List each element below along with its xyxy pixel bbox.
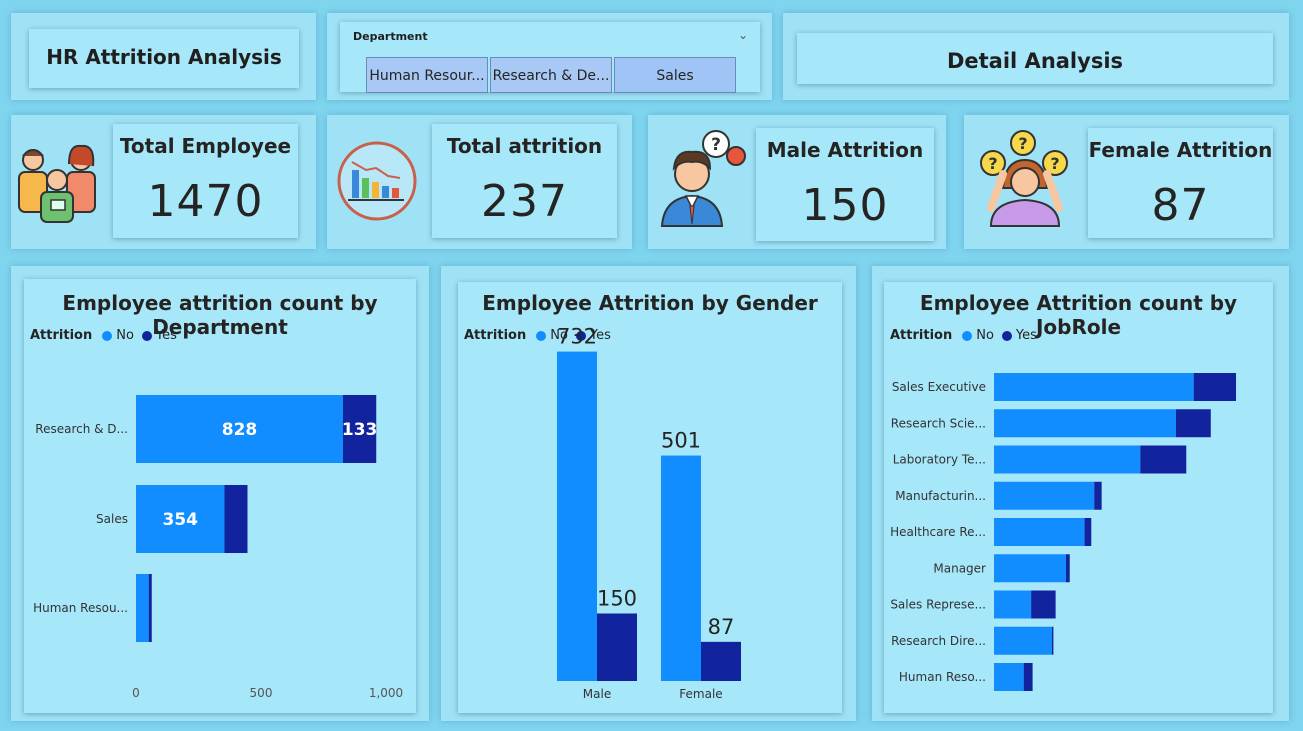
category-label: Research Scie... — [891, 416, 986, 430]
category-label: Manufacturin... — [895, 489, 986, 503]
bar-yes — [1084, 518, 1092, 546]
category-label: Healthcare Re... — [890, 525, 986, 539]
bar-no — [994, 663, 1024, 691]
female-question-icon: ? ? ? — [980, 130, 1068, 227]
data-label-yes: 87 — [708, 615, 735, 639]
bar-no — [994, 626, 1052, 655]
bar-no — [994, 445, 1141, 474]
kpi-male-attrition: Male Attrition 150 — [756, 128, 934, 241]
svg-text:?: ? — [1018, 134, 1027, 153]
slicer-option-sales[interactable]: Sales — [614, 57, 736, 93]
jobrole-bar-chart: Sales Executive Research Scie... Laborator… — [890, 373, 1237, 691]
kpi-value: 150 — [801, 180, 889, 231]
male-question-icon: ? — [660, 130, 746, 227]
bar-no — [994, 481, 1095, 510]
category-label: Manager — [933, 561, 986, 575]
data-label-no: 501 — [661, 429, 701, 453]
kpi-value: 1470 — [147, 176, 264, 227]
category-label: Sales — [96, 512, 128, 526]
kpi-label: Male Attrition — [766, 138, 924, 162]
bar-no — [994, 554, 1067, 583]
svg-text:?: ? — [711, 135, 721, 155]
x-tick-label: 500 — [250, 686, 273, 700]
bar-no — [994, 590, 1032, 619]
category-label: Sales Executive — [892, 380, 986, 394]
category-label: Sales Represe... — [890, 598, 986, 612]
bar-yes — [148, 574, 152, 642]
declining-chart-icon — [337, 141, 417, 221]
category-label: Laboratory Te... — [893, 453, 986, 467]
kpi-value: 87 — [1151, 180, 1210, 231]
bar-no — [661, 455, 701, 681]
bar-no — [994, 409, 1176, 438]
svg-text:?: ? — [1050, 154, 1059, 173]
category-label: Female — [679, 687, 722, 701]
bar-no — [557, 351, 597, 681]
category-label: Research Dire... — [891, 634, 986, 648]
dept-chart-card: Employee attrition count by Department A… — [24, 279, 416, 713]
slicer-option-research[interactable]: Research & De... — [490, 57, 612, 93]
page-title: HR Attrition Analysis — [46, 45, 282, 69]
gender-chart-card: Employee Attrition by Gender Attrition N… — [458, 282, 842, 713]
bar-yes — [1023, 663, 1033, 691]
kpi-value: 237 — [481, 176, 568, 227]
bar-no — [994, 373, 1194, 401]
data-label-no: 732 — [557, 325, 597, 349]
kpi-total-attrition: Total attrition 237 — [432, 124, 617, 238]
bar-yes — [1094, 481, 1102, 510]
bar-yes — [1031, 590, 1056, 619]
bar-yes — [1140, 445, 1187, 474]
slicer-option-human-resources[interactable]: Human Resour... — [366, 57, 488, 93]
bar-yes — [701, 641, 741, 681]
bar-yes — [1066, 554, 1070, 583]
category-label: Human Reso... — [899, 670, 986, 684]
bar-yes — [1051, 626, 1054, 655]
kpi-female-attrition: Female Attrition 87 — [1088, 128, 1273, 238]
bar-no — [994, 518, 1085, 546]
slicer-label: Department — [353, 30, 428, 43]
bar-yes — [224, 485, 248, 553]
detail-analysis-button[interactable]: Detail Analysis — [797, 33, 1273, 84]
category-label: Male — [583, 687, 611, 701]
dept-bar-chart: Research & D... 828 133 Sales 354 Human Resou… — [33, 395, 403, 700]
jobrole-chart-card: Employee Attrition count by JobRole Attr… — [884, 282, 1273, 713]
team-icon — [18, 144, 96, 223]
data-label-no: 354 — [163, 510, 199, 530]
bar-yes — [1193, 373, 1237, 401]
kpi-label: Total Employee — [119, 134, 292, 158]
data-label-yes: 150 — [597, 587, 637, 611]
category-label: Human Resou... — [33, 601, 128, 615]
bar-no — [136, 574, 149, 642]
category-label: Research & D... — [35, 422, 128, 436]
x-tick-label: 0 — [132, 686, 140, 700]
kpi-total-employee: Total Employee 1470 — [113, 124, 298, 238]
detail-analysis-label: Detail Analysis — [946, 49, 1124, 73]
data-label-yes: 133 — [342, 420, 378, 440]
x-tick-label: 1,000 — [369, 686, 403, 700]
chevron-down-icon[interactable]: ⌄ — [738, 28, 748, 42]
page-title-card: HR Attrition Analysis — [29, 29, 299, 88]
kpi-label: Total attrition — [446, 134, 603, 158]
kpi-label: Female Attrition — [1088, 138, 1273, 162]
bar-yes — [597, 613, 637, 681]
svg-text:?: ? — [988, 154, 997, 173]
bar-yes — [1175, 409, 1211, 438]
data-label-no: 828 — [222, 420, 258, 440]
gender-bar-chart: 732 150 Male 501 87 Female — [557, 325, 741, 701]
department-slicer: Department ⌄ Human Resour... Research & … — [340, 22, 760, 93]
